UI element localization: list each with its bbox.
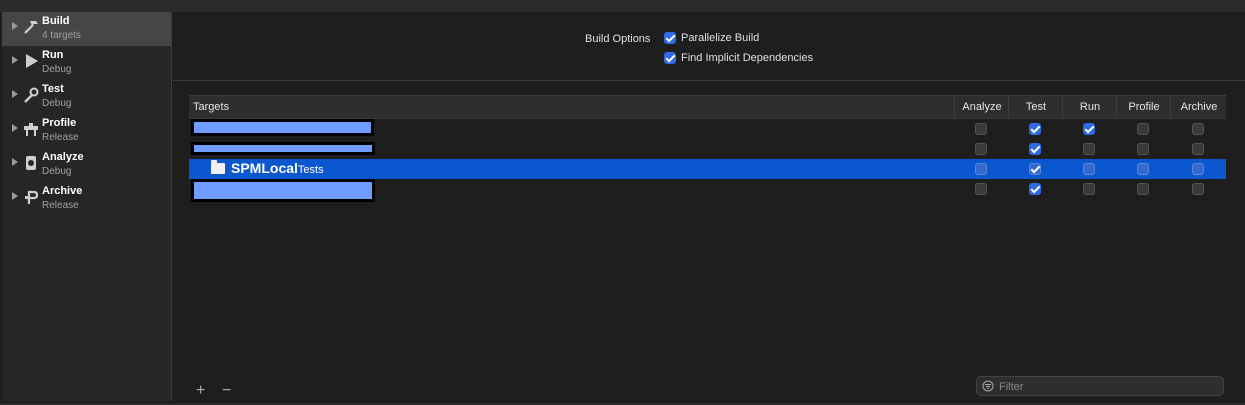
parallelize-build-option[interactable]: Parallelize Build — [664, 32, 759, 44]
sidebar-item-subtitle: Debug — [42, 98, 72, 109]
find-implicit-dependencies-label: Find Implicit Dependencies — [681, 52, 814, 64]
archive-icon — [25, 190, 39, 204]
archive-checkbox[interactable] — [1192, 183, 1204, 195]
analyze-checkbox[interactable] — [975, 163, 987, 175]
sidebar-item-subtitle: Release — [42, 132, 79, 143]
test-checkbox[interactable] — [1029, 183, 1041, 195]
remove-target-button[interactable]: − — [222, 382, 231, 400]
sidebar-item-run[interactable]: Run Debug — [2, 46, 171, 80]
sidebar-item-test[interactable]: Test Debug — [2, 80, 171, 114]
sidebar-item-analyze[interactable]: Analyze Debug — [2, 148, 171, 182]
target-name-suffix: Tests — [297, 164, 324, 176]
targets-table-header: Targets Analyze Test Run Profile Archive — [189, 95, 1226, 119]
profile-checkbox[interactable] — [1137, 183, 1149, 195]
archive-checkbox[interactable] — [1192, 123, 1204, 135]
disclosure-triangle-icon[interactable] — [12, 22, 18, 30]
run-checkbox[interactable] — [1083, 183, 1095, 195]
sidebar-item-title: Build — [42, 15, 70, 27]
sidebar-item-subtitle: 4 targets — [42, 30, 81, 41]
sidebar-item-profile[interactable]: Profile Release — [2, 114, 171, 148]
analyze-checkbox[interactable] — [975, 183, 987, 195]
filter-icon — [982, 380, 994, 392]
column-header-archive[interactable]: Archive — [1170, 96, 1227, 118]
column-header-run[interactable]: Run — [1062, 96, 1117, 118]
disclosure-triangle-icon[interactable] — [12, 158, 18, 166]
archive-checkbox[interactable] — [1192, 143, 1204, 155]
run-checkbox[interactable] — [1083, 143, 1095, 155]
test-checkbox[interactable] — [1029, 143, 1041, 155]
run-checkbox[interactable] — [1083, 123, 1095, 135]
analyze-checkbox[interactable] — [975, 143, 987, 155]
sidebar-item-title: Profile — [42, 117, 77, 129]
sidebar-item-title: Archive — [42, 185, 83, 197]
instruments-icon — [24, 123, 38, 136]
disclosure-triangle-icon[interactable] — [12, 192, 18, 200]
parallelize-build-checkbox[interactable] — [664, 32, 676, 44]
sidebar-item-archive[interactable]: Archive Release — [2, 182, 171, 216]
sidebar-item-build[interactable]: Build 4 targets — [2, 12, 171, 46]
scheme-editor-window: Build 4 targets Run Debug Test Debug Pro… — [0, 12, 1245, 403]
sidebar-item-title: Analyze — [42, 151, 84, 163]
profile-checkbox[interactable] — [1137, 163, 1149, 175]
build-settings-panel: Build Options Parallelize Build Find Imp… — [173, 12, 1245, 403]
run-checkbox[interactable] — [1083, 163, 1095, 175]
parallelize-build-label: Parallelize Build — [681, 32, 760, 44]
redacted-target-name — [191, 142, 375, 155]
table-row[interactable]: SPMLocalTests — [189, 159, 1226, 179]
archive-checkbox[interactable] — [1192, 163, 1204, 175]
build-options-label: Build Options — [585, 33, 651, 45]
folder-icon — [211, 160, 225, 174]
build-options-section: Build Options Parallelize Build Find Imp… — [173, 12, 1245, 81]
filter-field[interactable] — [976, 376, 1224, 396]
test-checkbox[interactable] — [1029, 163, 1041, 175]
table-row[interactable] — [189, 139, 1226, 159]
find-implicit-dependencies-option[interactable]: Find Implicit Dependencies — [664, 52, 813, 64]
disclosure-triangle-icon[interactable] — [12, 90, 18, 98]
sidebar-item-subtitle: Release — [42, 200, 79, 211]
analyze-icon — [26, 156, 36, 170]
play-icon — [26, 54, 38, 68]
sidebar-item-subtitle: Debug — [42, 166, 72, 177]
profile-checkbox[interactable] — [1137, 143, 1149, 155]
column-header-analyze[interactable]: Analyze — [954, 96, 1009, 118]
sidebar-item-title: Test — [42, 83, 64, 95]
redacted-target-name — [191, 119, 374, 136]
target-name-main: SPMLocal — [231, 160, 298, 176]
targets-table: Targets Analyze Test Run Profile Archive — [189, 95, 1226, 202]
find-implicit-dependencies-checkbox[interactable] — [664, 52, 676, 64]
sidebar-item-subtitle: Debug — [42, 64, 72, 75]
column-header-test[interactable]: Test — [1008, 96, 1063, 118]
profile-checkbox[interactable] — [1137, 123, 1149, 135]
test-checkbox[interactable] — [1029, 123, 1041, 135]
disclosure-triangle-icon[interactable] — [12, 56, 18, 64]
disclosure-triangle-icon[interactable] — [12, 124, 18, 132]
add-target-button[interactable]: + — [196, 382, 205, 400]
analyze-checkbox[interactable] — [975, 123, 987, 135]
column-header-targets[interactable]: Targets — [193, 96, 229, 118]
table-row[interactable] — [189, 179, 1226, 202]
sidebar-item-title: Run — [42, 49, 64, 61]
hammer-icon — [24, 21, 38, 34]
table-row[interactable] — [189, 119, 1226, 139]
scheme-actions-sidebar: Build 4 targets Run Debug Test Debug Pro… — [2, 12, 172, 401]
redacted-target-name — [191, 179, 375, 202]
filter-input[interactable] — [997, 378, 1221, 396]
wrench-icon — [24, 87, 39, 103]
target-name: SPMLocalTests — [231, 160, 324, 176]
column-header-profile[interactable]: Profile — [1116, 96, 1171, 118]
